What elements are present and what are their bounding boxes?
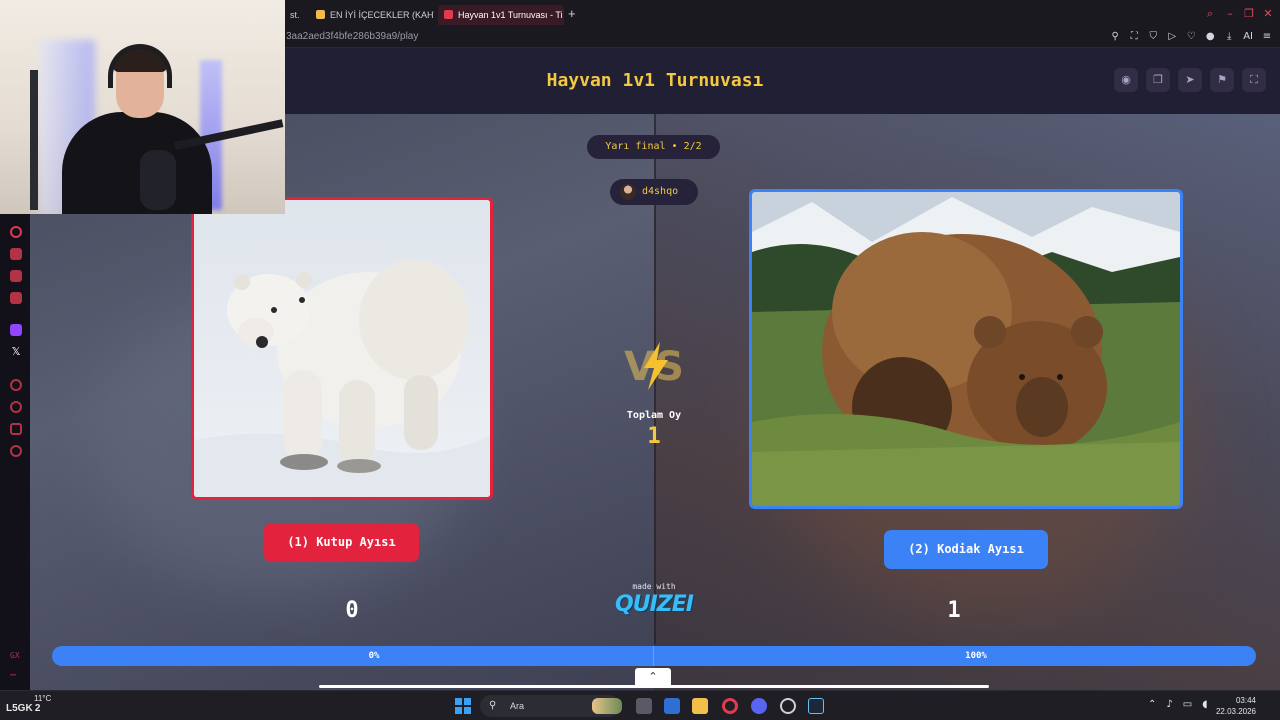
url-text[interactable]: 3aa2aed3f4bfe286b39a9/play xyxy=(286,31,418,42)
windows-start-icon[interactable] xyxy=(455,698,471,714)
quizei-logo[interactable]: QUIZEI xyxy=(604,592,704,617)
avatar xyxy=(620,184,636,200)
round-badge: Yarı final • 2/2 xyxy=(587,135,720,159)
play-icon[interactable]: ▷ xyxy=(1167,31,1177,43)
menu-icon[interactable]: ≡ xyxy=(1262,31,1272,43)
option-left-button[interactable]: (1) Kutup Ayısı xyxy=(264,523,419,562)
browser-sidebar: 𝕏 GX ⋯ xyxy=(0,214,30,690)
pin-icon[interactable]: ⚲ xyxy=(1110,31,1120,43)
minimize-icon[interactable]: – xyxy=(1224,8,1236,20)
history-icon[interactable] xyxy=(10,401,22,413)
twitch-icon[interactable] xyxy=(10,324,22,336)
ai-button[interactable]: AI xyxy=(1243,31,1253,43)
vote-progress-bar: 0% 100% xyxy=(52,646,1256,666)
user-badge: d4shqo xyxy=(610,179,698,205)
player-icon[interactable] xyxy=(10,379,22,391)
made-with-label: made with xyxy=(632,582,676,591)
polar-bear-image xyxy=(194,200,490,497)
profile-icon[interactable]: ● xyxy=(1205,31,1215,43)
score-left: 0 xyxy=(345,598,359,623)
username: d4shqo xyxy=(642,186,679,197)
task-view-icon[interactable] xyxy=(636,698,652,714)
x-icon[interactable]: 𝕏 xyxy=(10,346,22,358)
shield-icon[interactable]: ⛉ xyxy=(1148,31,1158,43)
percent-right: 100% xyxy=(965,651,987,661)
tray-chevron-icon[interactable]: ⌃ xyxy=(1148,699,1156,711)
app-icon[interactable] xyxy=(780,698,796,714)
total-votes-label: Toplam Oy xyxy=(626,410,682,421)
extensions-icon[interactable] xyxy=(10,423,22,435)
file-explorer-icon[interactable] xyxy=(692,698,708,714)
browser-tab-active[interactable]: Hayvan 1v1 Turnuvası - Ti xyxy=(438,5,564,25)
discord-icon[interactable] xyxy=(751,698,767,714)
close-icon[interactable]: ✕ xyxy=(1262,8,1274,20)
search-icon[interactable]: ⌕ xyxy=(1204,8,1216,20)
eye-icon[interactable]: ◉ xyxy=(1114,68,1138,92)
percent-left: 0% xyxy=(368,651,380,661)
fullscreen-icon[interactable]: ⛶ xyxy=(1242,68,1266,92)
browser-tab[interactable]: EN İYİ İÇECEKLER (KAHVE xyxy=(310,5,434,25)
option-right-button[interactable]: (2) Kodiak Ayısı xyxy=(884,530,1048,569)
speed-dial-icon[interactable] xyxy=(10,226,22,238)
download-icon[interactable]: ⤓ xyxy=(1224,31,1234,43)
total-votes-value: 1 xyxy=(647,424,661,449)
messenger-icon[interactable] xyxy=(10,270,22,282)
widget-app-icon[interactable] xyxy=(592,698,622,714)
search-icon: ⚲ xyxy=(489,700,497,711)
more-icon[interactable]: ⋯ xyxy=(10,670,22,682)
system-clock[interactable]: 03:44 22.03.2026 xyxy=(1216,695,1256,717)
weather-widget[interactable]: 11°C L5GK 2 xyxy=(6,694,51,714)
tab-favicon-icon xyxy=(316,10,325,19)
settings-icon[interactable] xyxy=(10,445,22,457)
store-icon[interactable] xyxy=(664,698,680,714)
webcam-overlay xyxy=(0,0,285,214)
opera-gx-icon[interactable] xyxy=(722,698,738,714)
bottom-strip xyxy=(319,685,989,688)
flag-icon[interactable]: ⚑ xyxy=(1210,68,1234,92)
tab-favicon-icon xyxy=(444,10,453,19)
copy-icon[interactable]: ❐ xyxy=(1146,68,1170,92)
volume-icon[interactable]: ◖ xyxy=(1202,699,1207,711)
chevron-up-icon[interactable]: ⌃ xyxy=(635,668,671,686)
steam-icon[interactable] xyxy=(808,698,824,714)
option-card-right[interactable] xyxy=(749,189,1183,509)
tab-label: EN İYİ İÇECEKLER (KAHVE xyxy=(330,10,434,20)
new-tab-icon[interactable]: + xyxy=(568,7,576,21)
kodiak-bear-image xyxy=(752,192,1180,506)
vs-icon: VS xyxy=(624,342,684,390)
tab-label: st. xyxy=(290,10,300,20)
snapshot-icon[interactable]: ⛶ xyxy=(1129,31,1139,43)
m-icon[interactable] xyxy=(10,292,22,304)
display-icon[interactable]: ▭ xyxy=(1183,699,1192,711)
progress-midline xyxy=(653,646,654,666)
share-icon[interactable]: ➤ xyxy=(1178,68,1202,92)
taskbar: 11°C L5GK 2 ⚲ Ara ⌃ ♪ ▭ ◖ 03:44 22.03.202… xyxy=(0,690,1280,720)
maximize-icon[interactable]: ❐ xyxy=(1243,8,1255,20)
bag-icon[interactable] xyxy=(10,248,22,260)
option-card-left[interactable] xyxy=(191,197,493,500)
tab-label: Hayvan 1v1 Turnuvası - Ti xyxy=(458,10,563,20)
browser-tab[interactable]: st. xyxy=(284,5,306,25)
heart-icon[interactable]: ♡ xyxy=(1186,31,1196,43)
gx-icon[interactable]: GX xyxy=(10,650,22,662)
microphone-icon[interactable]: ♪ xyxy=(1166,699,1172,711)
score-right: 1 xyxy=(947,598,961,623)
